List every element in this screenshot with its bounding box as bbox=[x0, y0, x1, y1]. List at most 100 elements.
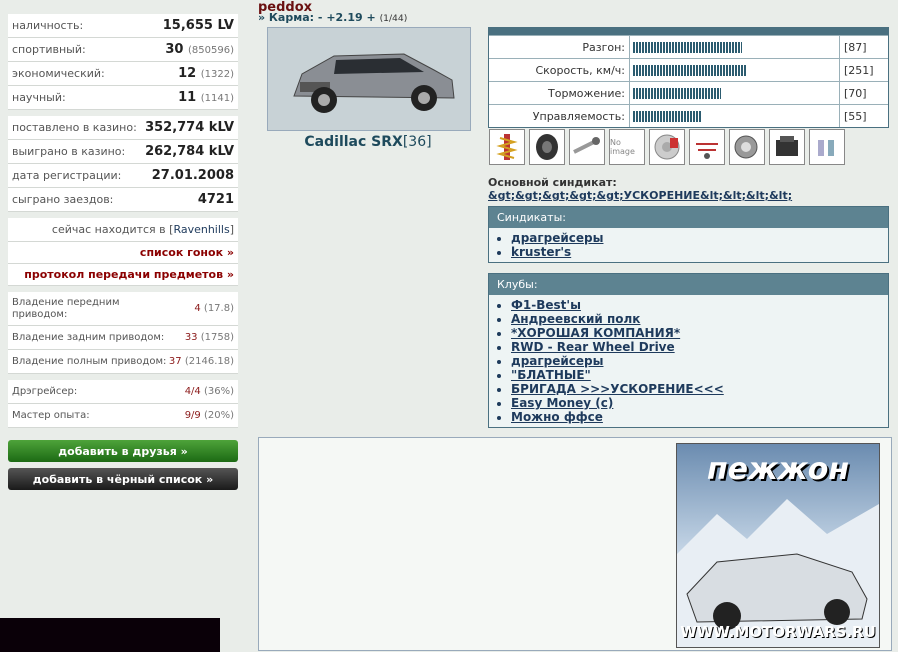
stat-value: 27.01.2008 bbox=[151, 168, 234, 183]
add-blacklist-button[interactable]: добавить в чёрный список » bbox=[8, 468, 238, 490]
car-stat-label: Скорость, км/ч: bbox=[535, 63, 625, 77]
club-link[interactable]: Easy Money (с) bbox=[511, 396, 888, 410]
car-stat-value: [55] bbox=[844, 109, 867, 123]
stat-value: 12 (1322) bbox=[178, 66, 234, 81]
club-link[interactable]: "БЛАТНЫЕ" bbox=[511, 368, 888, 382]
karma-count: (1/44) bbox=[379, 13, 408, 24]
stat-row: дата регистрации: 27.01.2008 bbox=[8, 164, 238, 188]
stat-row: научный: 11 (1141) bbox=[8, 86, 238, 110]
drive-number: 37 bbox=[168, 356, 182, 367]
drive-label: Владение передним приводом: bbox=[12, 296, 120, 320]
stat-number: 15,655 LV bbox=[162, 18, 234, 33]
drive-extra: (1758) bbox=[200, 332, 234, 343]
skill-row: Дрэгрейсер: 4/4 (36%) bbox=[8, 380, 238, 404]
stat-row: поставлено в казино: 352,774 kLV bbox=[8, 116, 238, 140]
protocol-link[interactable]: протокол передачи предметов » bbox=[8, 264, 238, 286]
karma-label: » Карма: bbox=[258, 11, 315, 24]
location-row: сейчас находится в [Ravenhills] bbox=[8, 218, 238, 242]
drive-extra: (2146.18) bbox=[184, 356, 234, 367]
stat-extra: (1322) bbox=[200, 69, 234, 80]
location-suffix: ] bbox=[229, 223, 234, 236]
car-stat-row: Торможение: [70] bbox=[489, 81, 888, 104]
exhaust-icon[interactable] bbox=[569, 129, 605, 165]
club-link[interactable]: драгрейсеры bbox=[511, 354, 888, 368]
car-stat-fill bbox=[633, 110, 702, 122]
skill-extra: (36%) bbox=[203, 386, 234, 397]
stat-value: 352,774 kLV bbox=[145, 120, 234, 135]
races-link[interactable]: список гонок » bbox=[8, 242, 238, 264]
stat-label: экономический: bbox=[12, 67, 105, 80]
car-model: Cadillac SRX bbox=[304, 134, 403, 150]
stat-extra: (850596) bbox=[188, 45, 234, 56]
advert-title: пежжон bbox=[706, 452, 850, 487]
club-link[interactable]: БРИГАДА >>>УСКОРЕНИЕ<<< bbox=[511, 382, 888, 396]
suspension-icon[interactable] bbox=[489, 129, 525, 165]
clubs-panel: Клубы: Ф1-Best'ы Андреевский полк *ХОРОШ… bbox=[488, 273, 889, 428]
car-stat-fill bbox=[633, 87, 721, 99]
turbo-icon[interactable] bbox=[729, 129, 765, 165]
skill-extra: (20%) bbox=[203, 410, 234, 421]
skills-group: Дрэгрейсер: 4/4 (36%) Мастер опыта: 9/9 (2… bbox=[8, 380, 238, 428]
clubs-title: Клубы: bbox=[489, 274, 888, 295]
stat-number: 12 bbox=[178, 66, 197, 81]
car-stat-label: Торможение: bbox=[548, 86, 625, 100]
stat-row: спортивный: 30 (850596) bbox=[8, 38, 238, 62]
drive-row: Владение задним приводом: 33 (1758) bbox=[8, 326, 238, 350]
car-icon bbox=[274, 34, 464, 124]
skill-label: Мастер опыта: bbox=[12, 409, 90, 421]
syndicate-link[interactable]: драгрейсеры bbox=[511, 231, 888, 245]
car-stat-bar bbox=[629, 59, 840, 81]
engine-icon[interactable] bbox=[769, 129, 805, 165]
car-level: [36] bbox=[402, 134, 432, 150]
black-panel bbox=[0, 618, 220, 652]
skill-label: Дрэгрейсер: bbox=[12, 385, 78, 397]
club-link[interactable]: Андреевский полк bbox=[511, 312, 888, 326]
club-link[interactable]: RWD - Rear Wheel Drive bbox=[511, 340, 888, 354]
syndicates-panel: Синдикаты: драгрейсеры kruster's bbox=[488, 206, 889, 263]
stat-label: спортивный: bbox=[12, 43, 86, 56]
club-link[interactable]: Ф1-Best'ы bbox=[511, 298, 888, 312]
car-stat-value: [87] bbox=[844, 40, 867, 54]
stat-label: сыграно заездов: bbox=[12, 193, 114, 206]
club-link[interactable]: *ХОРОШАЯ КОМПАНИЯ* bbox=[511, 326, 888, 340]
drive-number: 33 bbox=[184, 332, 198, 343]
skill-value: 9/9 (20%) bbox=[185, 410, 234, 421]
brake-icon[interactable] bbox=[649, 129, 685, 165]
stat-value: 11 (1141) bbox=[178, 90, 234, 105]
car-image[interactable] bbox=[267, 27, 471, 131]
skill-row: Мастер опыта: 9/9 (20%) bbox=[8, 404, 238, 428]
no-image-icon[interactable]: No image bbox=[609, 129, 645, 165]
tire-icon[interactable] bbox=[529, 129, 565, 165]
car-stat-label: Разгон: bbox=[582, 40, 625, 54]
car-name[interactable]: Cadillac SRX[36] bbox=[267, 134, 469, 150]
drive-label: Владение полным приводом: bbox=[12, 355, 167, 367]
car-stat-row: Скорость, км/ч: [251] bbox=[489, 58, 888, 81]
parts-bar: No image bbox=[489, 129, 845, 165]
karma-minus[interactable]: - bbox=[318, 11, 323, 24]
main-syndicate-link[interactable]: &gt;&gt;&gt;&gt;&gt;УСКОРЕНИЕ&lt;&lt;&lt… bbox=[488, 189, 792, 202]
advert-banner[interactable]: пежжон WWW.MOTORWARS.RU bbox=[676, 443, 880, 648]
add-friend-button[interactable]: добавить в друзья » bbox=[8, 440, 238, 462]
skill-number: 9/9 bbox=[184, 410, 201, 421]
location-city[interactable]: Ravenhills bbox=[173, 223, 229, 236]
syndicate-link[interactable]: kruster's bbox=[511, 245, 888, 259]
drive-extra: (17.8) bbox=[203, 303, 234, 314]
car-stat-fill bbox=[633, 41, 742, 53]
stat-number: 11 bbox=[178, 90, 197, 105]
stat-row: сыграно заездов: 4721 bbox=[8, 188, 238, 212]
main-syndicate-label: Основной синдикат: bbox=[488, 176, 617, 189]
main-syndicate: Основной синдикат: &gt;&gt;&gt;&gt;&gt;У… bbox=[488, 176, 792, 202]
stat-row: выиграно в казино: 262,784 kLV bbox=[8, 140, 238, 164]
karma-plus[interactable]: + bbox=[367, 11, 376, 24]
stats-group-casino: поставлено в казино: 352,774 kLV выиграно… bbox=[8, 116, 238, 212]
karma-line: » Карма: - +2.19 + (1/44) bbox=[258, 11, 407, 24]
club-link[interactable]: Можно ффсе bbox=[511, 410, 888, 424]
syndicates-title: Синдикаты: bbox=[489, 207, 888, 228]
injector-icon[interactable] bbox=[809, 129, 845, 165]
wiring-icon[interactable] bbox=[689, 129, 725, 165]
car-stat-row: Управляемость: [55] bbox=[489, 104, 888, 127]
stat-extra: (1141) bbox=[200, 93, 234, 104]
stat-row: наличность: 15,655 LV bbox=[8, 14, 238, 38]
drive-group: Владение передним приводом: 4 (17.8) Влад… bbox=[8, 292, 238, 374]
stat-label: поставлено в казино: bbox=[12, 121, 137, 134]
